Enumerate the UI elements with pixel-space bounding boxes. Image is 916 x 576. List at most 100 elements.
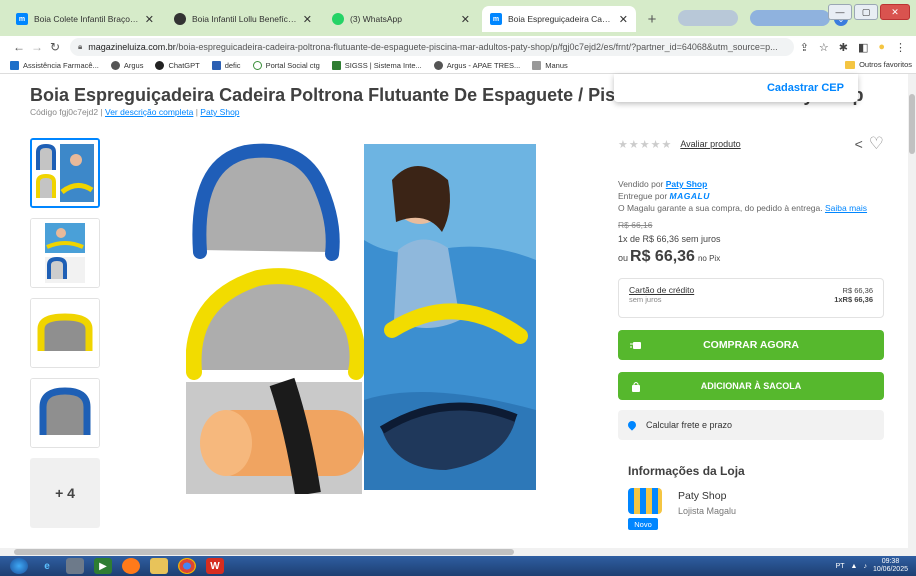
url-path: /boia-espreguicadeira-cadeira-poltrona-f…: [175, 42, 778, 52]
credit-card-option[interactable]: Cartão de crédito sem juros R$ 66,36 1xR…: [618, 278, 884, 318]
bookmark-favicon-icon: [331, 61, 341, 70]
reload-icon[interactable]: ↻: [46, 40, 64, 54]
location-pin-icon: [626, 419, 638, 431]
share-page-icon[interactable]: ⇪: [800, 41, 809, 54]
bookmark-item[interactable]: SIGSS | Sistema Inte...: [331, 61, 422, 70]
share-icon[interactable]: <: [855, 136, 863, 152]
tab-close-icon[interactable]: ✕: [461, 13, 470, 26]
side-panel-icon[interactable]: ◧: [858, 41, 868, 54]
internet-explorer-icon[interactable]: e: [38, 558, 56, 574]
chatgpt-icon: [155, 61, 165, 70]
cep-tooltip: Cadastrar CEP: [614, 74, 858, 102]
bookmarks-bar: Assistência Farmacê... Argus ChatGPT def…: [0, 58, 916, 74]
more-images-button[interactable]: + 4: [30, 458, 100, 528]
bookmark-item[interactable]: ChatGPT: [155, 61, 200, 70]
other-bookmarks-folder[interactable]: Outros favoritos: [845, 60, 912, 69]
tab-boia-espreguicadeira[interactable]: m Boia Espreguiçadeira Cadeira Pol ✕: [482, 6, 636, 32]
tab-title: Boia Colete Infantil Braço Person: [34, 14, 139, 24]
url-input[interactable]: 🔒︎ magazineluiza.com.br/boia-espreguicad…: [70, 38, 794, 56]
tab-close-icon[interactable]: ✕: [303, 13, 312, 26]
bookmark-favicon-icon: [252, 61, 262, 70]
maximize-button[interactable]: ▢: [854, 4, 878, 20]
thumbnail-image: [31, 379, 99, 447]
file-explorer-icon[interactable]: [150, 558, 168, 574]
bookmark-item[interactable]: Argus: [110, 61, 143, 70]
installment-text: 1x de R$ 66,36 sem juros: [618, 234, 721, 244]
bookmark-item[interactable]: Portal Social ctg: [252, 61, 320, 70]
bookmark-favicon-icon: [433, 61, 443, 70]
learn-more-link[interactable]: Saiba mais: [825, 203, 867, 213]
product-code: Código fgj0c7ejd2 |: [30, 107, 103, 117]
product-page: Boia Espreguiçadeira Cadeira Poltrona Fl…: [0, 74, 908, 548]
network-icon[interactable]: ▲: [851, 563, 858, 570]
cart-lightning-icon: [630, 342, 641, 349]
store-card[interactable]: Novo Paty Shop Lojista Magalu: [618, 488, 884, 532]
whatsapp-favicon-icon: [332, 13, 344, 25]
thumbnail-3[interactable]: [30, 298, 100, 368]
tab-boia-colete[interactable]: m Boia Colete Infantil Braço Person ✕: [8, 6, 162, 32]
start-button-icon[interactable]: [10, 558, 28, 574]
vertical-scrollbar[interactable]: [908, 74, 916, 548]
buy-now-button[interactable]: COMPRAR AGORA: [618, 330, 884, 360]
firefox-icon[interactable]: [122, 558, 140, 574]
extensions-puzzle-icon[interactable]: ✱: [839, 41, 848, 54]
minimize-button[interactable]: —: [828, 4, 852, 20]
bookmark-favicon-icon: [110, 61, 120, 70]
thumbnail-2[interactable]: [30, 218, 100, 288]
product-photo: [186, 140, 538, 494]
tab-title: Boia Infantil Lollu Benefícios: [192, 14, 297, 24]
tab-close-icon[interactable]: ✕: [145, 13, 154, 26]
new-tab-button[interactable]: +: [642, 9, 662, 29]
bookmark-star-icon[interactable]: ☆: [819, 41, 829, 54]
volume-icon[interactable]: ♪: [863, 563, 867, 570]
favorite-heart-icon[interactable]: ♡: [869, 134, 884, 154]
add-to-bag-button[interactable]: ADICIONAR À SACOLA: [618, 372, 884, 400]
horizontal-scrollbar[interactable]: [0, 548, 916, 556]
calculate-freight-button[interactable]: Calcular frete e prazo: [618, 410, 884, 440]
rate-product-link[interactable]: Avaliar produto: [680, 139, 740, 149]
bookmark-item[interactable]: Manus: [532, 61, 568, 70]
tab-title: (3) WhatsApp: [350, 14, 402, 24]
store-name: Paty Shop: [678, 490, 727, 502]
tab-close-icon[interactable]: ✕: [619, 13, 628, 26]
seller-info: Vendido por Paty Shop Entregue por MAGAL…: [618, 179, 868, 213]
browser-tab-bar: m Boia Colete Infantil Braço Person ✕ Bo…: [0, 0, 916, 36]
pix-label: no Pix: [697, 254, 721, 263]
magalu-favicon-icon: m: [16, 13, 28, 25]
bookmark-item[interactable]: Assistência Farmacê...: [10, 61, 99, 70]
thumbnail-image: [31, 299, 99, 367]
store-logo: Novo: [628, 488, 664, 532]
bookmark-item[interactable]: defic: [211, 61, 241, 70]
thumbnail-1[interactable]: [30, 138, 100, 208]
main-product-image[interactable]: [186, 140, 538, 494]
site-info-icon[interactable]: 🔒︎: [78, 42, 82, 52]
brand-link[interactable]: Paty Shop: [200, 107, 239, 117]
system-clock[interactable]: 09:38 10/06/2025: [873, 558, 908, 574]
bookmark-item[interactable]: Argus - APAE TRES...: [433, 61, 520, 70]
new-store-badge: Novo: [628, 518, 658, 530]
app-icon[interactable]: W: [206, 558, 224, 574]
lollu-favicon-icon: [174, 13, 186, 25]
profile-avatar-icon[interactable]: ●: [878, 41, 885, 54]
store-awning-icon: [628, 488, 662, 514]
product-code-line: Código fgj0c7ejd2 | Ver descrição comple…: [30, 107, 240, 117]
bookmark-favicon-icon: [532, 61, 542, 70]
browser-menu-icon[interactable]: ⋮: [895, 41, 906, 54]
window-controls: — ▢ ✕: [828, 4, 910, 20]
calculator-icon[interactable]: [66, 558, 84, 574]
old-price: R$ 66,16: [618, 220, 653, 230]
tab-whatsapp[interactable]: (3) WhatsApp ✕: [324, 6, 478, 32]
full-description-link[interactable]: Ver descrição completa: [105, 107, 193, 117]
thumbnail-4[interactable]: [30, 378, 100, 448]
seller-link[interactable]: Paty Shop: [666, 179, 708, 189]
tab-boia-lollu[interactable]: Boia Infantil Lollu Benefícios ✕: [166, 6, 320, 32]
register-cep-link[interactable]: Cadastrar CEP: [767, 82, 844, 94]
rating-stars-icon: ★★★★★: [618, 138, 673, 151]
back-arrow-icon[interactable]: ←: [10, 40, 28, 54]
tab-title: Boia Espreguiçadeira Cadeira Pol: [508, 14, 613, 24]
forward-arrow-icon[interactable]: →: [28, 40, 46, 54]
window-close-button[interactable]: ✕: [880, 4, 910, 20]
language-indicator[interactable]: PT: [836, 563, 845, 570]
media-player-icon[interactable]: ▶: [94, 558, 112, 574]
chrome-icon[interactable]: [178, 558, 196, 574]
